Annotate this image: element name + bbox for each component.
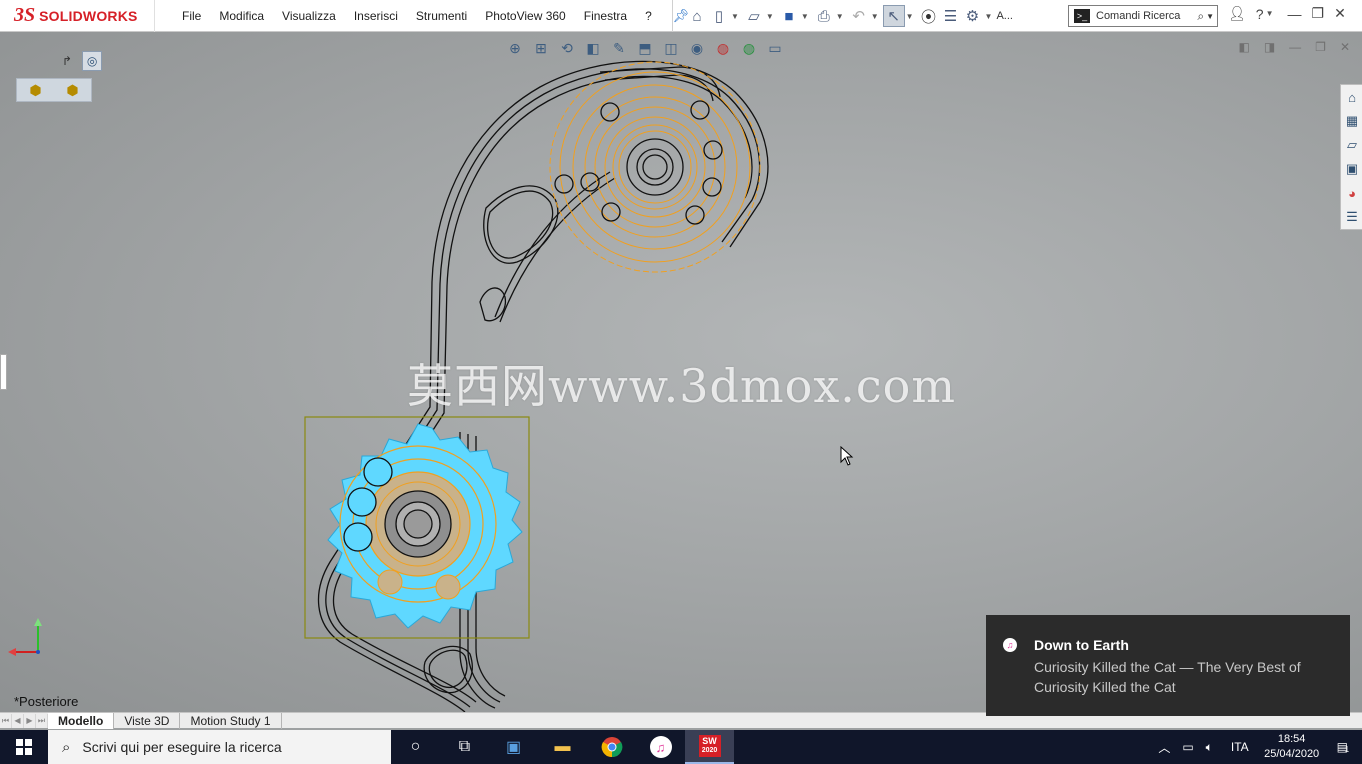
view-orientation-label: *Posteriore (14, 694, 79, 709)
system-tray: ︿ ▭ 🔈︎ ITA 18:54 25/04/2020 ▤ 1 (1152, 730, 1362, 764)
upper-pulley[interactable] (549, 61, 761, 273)
new-document-icon[interactable]: ▯ (708, 5, 730, 27)
notification-count-badge: 1 (1344, 745, 1350, 754)
clock[interactable]: 18:54 25/04/2020 (1261, 732, 1323, 762)
open-folder-icon[interactable]: ▱ (743, 5, 765, 27)
menu-bar: File Modifica Visualizza Inserisci Strum… (182, 0, 692, 32)
solidworks-app-icon: SW 2020 (698, 735, 721, 757)
tab-motion-study[interactable]: Motion Study 1 (180, 712, 282, 729)
chevron-down-icon[interactable]: ▼ (1206, 12, 1214, 21)
print-icon[interactable]: ⎙ (813, 5, 835, 27)
chevron-down-icon[interactable]: ▼ (836, 12, 844, 21)
network-icon[interactable]: ▭ (1182, 740, 1193, 754)
restore-window-button[interactable]: ❐ (1312, 5, 1325, 22)
media-notification-toast[interactable]: ♫ Down to Earth Curiosity Killed the Cat… (986, 615, 1350, 716)
chrome-icon (601, 737, 622, 758)
watermark-text: 莫西网www.3dmox.com (407, 359, 956, 413)
remote-desktop-app[interactable]: ▣ (489, 730, 538, 764)
minimize-window-button[interactable]: — (1288, 6, 1302, 22)
start-button[interactable] (0, 730, 48, 764)
chevron-down-icon[interactable]: ▼ (985, 12, 993, 21)
file-properties-icon[interactable]: ☰ (940, 5, 962, 27)
windows-taskbar: ⌕ Scrivi qui per eseguire la ricerca ○ ⧉… (0, 730, 1362, 764)
menu-file[interactable]: File (182, 9, 201, 23)
prev-tab-arrow-icon[interactable]: ◀ (12, 713, 24, 728)
clock-time: 18:54 (1277, 733, 1306, 745)
task-view-button[interactable]: ⧉ (440, 730, 489, 764)
lower-pulley[interactable] (327, 423, 523, 629)
close-window-button[interactable]: ✕ (1334, 5, 1346, 22)
select-pointer-icon[interactable]: ↖ (882, 5, 905, 27)
user-icon[interactable]: 👤︎ (1228, 5, 1246, 22)
next-tab-arrow-icon[interactable]: ▶ (24, 713, 36, 728)
chrome-app[interactable] (587, 730, 636, 764)
taskbar-search-placeholder: Scrivi qui per eseguire la ricerca (82, 739, 282, 755)
rebuild-traffic-light-icon[interactable]: ⦿ (918, 5, 940, 27)
action-center-icon[interactable]: ▤ 1 (1337, 740, 1350, 754)
volume-icon[interactable]: 🔈︎ (1206, 740, 1213, 755)
solidworks-logo[interactable]: 3S SOLIDWORKS (0, 0, 155, 32)
chevron-down-icon[interactable]: ▼ (906, 12, 914, 21)
reference-triad (8, 618, 42, 656)
chevron-down-icon[interactable]: ▼ (801, 12, 809, 21)
help-icon[interactable]: ? (1256, 6, 1264, 22)
toast-title: Down to Earth (1034, 637, 1129, 653)
itunes-icon: ♫ (1003, 638, 1017, 652)
itunes-app[interactable]: ♫ (636, 730, 685, 764)
search-icon: ⌕ (62, 738, 71, 756)
options-gear-icon[interactable]: ⚙ (962, 5, 984, 27)
menu-modifica[interactable]: Modifica (219, 9, 264, 23)
chevron-up-icon[interactable]: ︿ (1158, 739, 1170, 756)
menu-photoview[interactable]: PhotoView 360 (485, 9, 566, 23)
solidworks-app[interactable]: SW 2020 (685, 730, 734, 764)
chevron-down-icon[interactable]: ▼ (871, 12, 879, 21)
graphics-area[interactable]: ⊕ ⊞ ⟲ ◧ ✎ ⬒ ◫ ◉ ◍ ◍ ▭ ◧ ◨ — ❐ ✕ ↱ ◎ ⬢ ⬢ … (0, 32, 1362, 712)
menu-help[interactable]: ? (645, 9, 652, 23)
chevron-down-icon[interactable]: ▼ (1266, 9, 1274, 18)
home-icon[interactable]: ⌂ (686, 5, 708, 27)
ds-logo-icon: 3S (14, 4, 36, 26)
itunes-icon: ♫ (649, 736, 672, 758)
command-search-input[interactable]: >_ Comandi Ricerca ⌕ ▼ (1068, 5, 1218, 27)
app-name: SOLIDWORKS (39, 7, 138, 24)
mouse-cursor-icon (840, 446, 854, 466)
tab-modello[interactable]: Modello (48, 712, 115, 729)
language-indicator[interactable]: ITA (1231, 740, 1249, 754)
file-explorer-app[interactable]: ▬ (538, 730, 587, 764)
sw-version-badge: 2020 (701, 747, 718, 754)
toolbar-overflow[interactable]: A... (996, 10, 1013, 22)
menu-finestra[interactable]: Finestra (584, 9, 627, 23)
clock-date: 25/04/2020 (1264, 748, 1320, 760)
first-tab-arrow-icon[interactable]: ⏮ (0, 713, 12, 728)
menu-visualizza[interactable]: Visualizza (282, 9, 336, 23)
chevron-down-icon[interactable]: ▼ (766, 12, 774, 21)
save-icon[interactable]: ■ (778, 5, 800, 27)
cortana-button[interactable]: ○ (391, 730, 440, 764)
title-bar: 3S SOLIDWORKS File Modifica Visualizza I… (0, 0, 1362, 32)
tab-viste-3d[interactable]: Viste 3D (114, 712, 181, 729)
undo-icon[interactable]: ↶ (848, 5, 870, 27)
toast-body: Curiosity Killed the Cat — The Very Best… (1034, 659, 1301, 695)
search-label: Comandi Ricerca (1096, 10, 1181, 22)
search-icon[interactable]: ⌕ (1197, 9, 1204, 24)
menu-strumenti[interactable]: Strumenti (416, 9, 467, 23)
last-tab-arrow-icon[interactable]: ⏭ (36, 713, 48, 728)
menu-inserisci[interactable]: Inserisci (354, 9, 398, 23)
windows-logo-icon (16, 739, 32, 755)
taskbar-search-box[interactable]: ⌕ Scrivi qui per eseguire la ricerca (48, 730, 391, 764)
chevron-down-icon[interactable]: ▼ (731, 12, 739, 21)
terminal-icon: >_ (1074, 9, 1090, 23)
